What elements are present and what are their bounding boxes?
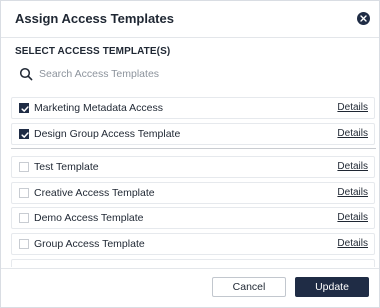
template-label: Group Access Template bbox=[34, 238, 145, 250]
close-button[interactable] bbox=[357, 12, 370, 25]
dialog-header: Assign Access Templates bbox=[1, 1, 379, 38]
checkbox[interactable] bbox=[19, 162, 29, 172]
search-icon bbox=[19, 67, 33, 81]
list-item-design-group-access-template[interactable]: Design Group Access Template Details bbox=[11, 123, 375, 145]
dialog-footer: Cancel Update bbox=[1, 268, 379, 308]
checkbox[interactable] bbox=[19, 103, 29, 113]
list-item-group-access-template[interactable]: Group Access Template Details bbox=[11, 233, 375, 255]
checkbox[interactable] bbox=[19, 239, 29, 249]
section-label: SELECT ACCESS TEMPLATE(S) bbox=[15, 46, 171, 57]
checkbox[interactable] bbox=[19, 213, 29, 223]
list-item-marketing-metadata-access[interactable]: Marketing Metadata Access Details bbox=[11, 97, 375, 119]
details-link[interactable]: Details bbox=[337, 212, 368, 223]
details-link[interactable]: Details bbox=[337, 102, 368, 113]
list-item-demo-access-template[interactable]: Demo Access Template Details bbox=[11, 207, 375, 229]
template-label: Demo Access Template bbox=[34, 212, 144, 224]
details-link[interactable]: Details bbox=[337, 161, 368, 172]
list-item-test-template[interactable]: Test Template Details bbox=[11, 156, 375, 178]
template-label: Design Group Access Template bbox=[34, 128, 181, 140]
template-label: Test Template bbox=[34, 161, 99, 173]
list-item-creative-access-template[interactable]: Creative Access Template Details bbox=[11, 182, 375, 204]
search-bar bbox=[19, 65, 359, 83]
list-item-partial[interactable] bbox=[11, 259, 375, 267]
details-link[interactable]: Details bbox=[337, 238, 368, 249]
dialog-title: Assign Access Templates bbox=[15, 11, 174, 26]
cancel-button[interactable]: Cancel bbox=[212, 277, 286, 297]
checkbox[interactable] bbox=[19, 188, 29, 198]
checkmark-icon bbox=[21, 132, 29, 138]
template-list[interactable]: Marketing Metadata Access Details Design… bbox=[11, 97, 376, 267]
assign-access-templates-dialog: Assign Access Templates SELECT ACCESS TE… bbox=[0, 0, 380, 308]
checkmark-icon bbox=[21, 106, 29, 112]
details-link[interactable]: Details bbox=[337, 187, 368, 198]
update-button[interactable]: Update bbox=[295, 277, 369, 297]
search-input[interactable] bbox=[39, 68, 339, 80]
checkbox[interactable] bbox=[19, 129, 29, 139]
template-label: Marketing Metadata Access bbox=[34, 102, 163, 114]
selected-divider bbox=[11, 148, 376, 149]
template-label: Creative Access Template bbox=[34, 187, 155, 199]
close-icon bbox=[360, 15, 367, 22]
details-link[interactable]: Details bbox=[337, 128, 368, 139]
